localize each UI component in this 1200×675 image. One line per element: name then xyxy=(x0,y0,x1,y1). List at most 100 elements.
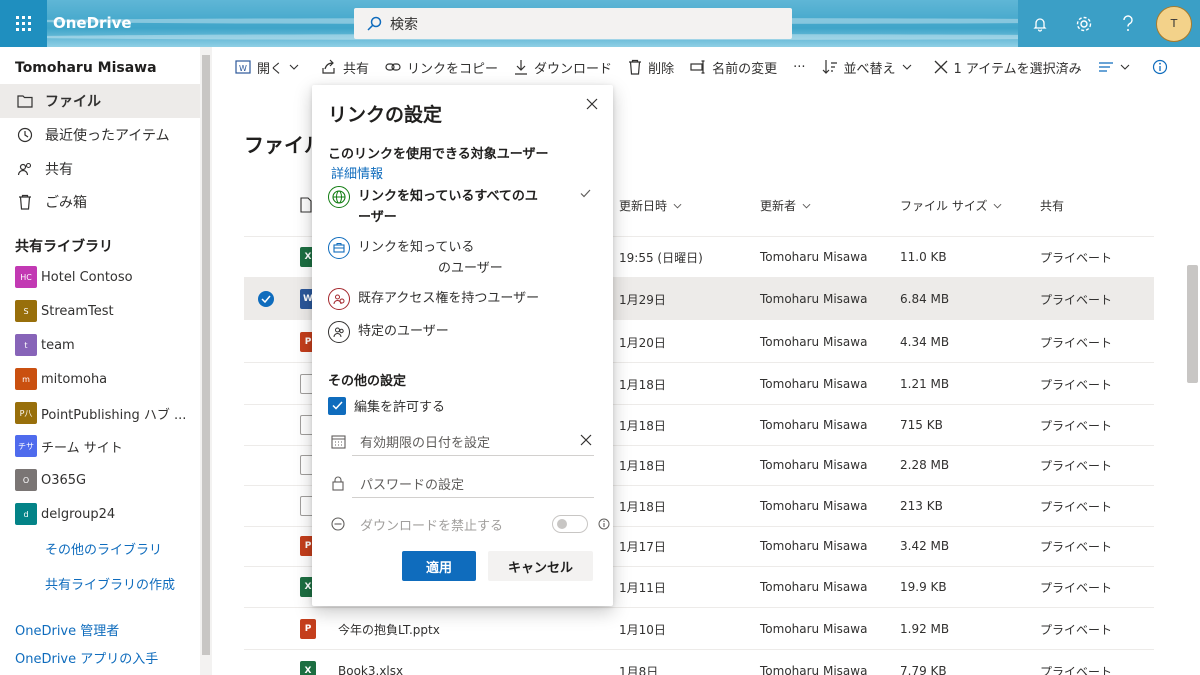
password-field[interactable]: パスワードの設定 xyxy=(328,468,594,498)
clear-icon[interactable] xyxy=(580,434,592,446)
sort-button[interactable]: 並べ替え xyxy=(822,58,918,77)
modified-cell: 1月11日 xyxy=(619,580,666,595)
library-badge: d xyxy=(15,503,37,525)
option-people-in-org[interactable]: リンクを知っている のユーザー xyxy=(328,237,598,279)
copy-link-button[interactable]: リンクをコピー xyxy=(385,58,498,77)
notifications-button[interactable] xyxy=(1018,0,1062,47)
modified-by-cell: Tomoharu Misawa xyxy=(760,622,868,636)
sidebar-scrollbar[interactable] xyxy=(200,47,212,675)
help-button[interactable] xyxy=(1106,0,1150,47)
column-header-size[interactable]: ファイル サイズ xyxy=(900,197,1002,214)
scrollbar-thumb[interactable] xyxy=(202,55,210,655)
list-icon xyxy=(1098,62,1113,72)
option-existing-access[interactable]: 既存アクセス権を持つユーザー xyxy=(328,288,598,310)
share-button[interactable]: 共有 xyxy=(321,58,369,77)
block-download-label: ダウンロードを禁止する xyxy=(360,518,504,534)
details-pane-button[interactable] xyxy=(1152,59,1174,75)
nav-item-label: 最近使ったアイテム xyxy=(45,128,170,144)
sort-icon xyxy=(822,60,837,74)
nav-item-recent[interactable]: 最近使ったアイテム xyxy=(0,118,200,152)
more-libraries-link[interactable]: その他のライブラリ xyxy=(45,539,162,558)
column-header-modified-by[interactable]: 更新者 xyxy=(760,197,811,214)
more-button[interactable]: ··· xyxy=(793,60,805,75)
library-item[interactable]: t team xyxy=(15,330,200,360)
option-anyone-with-link[interactable]: リンクを知っているすべてのユ ーザー xyxy=(328,186,598,228)
settings-button[interactable] xyxy=(1062,0,1106,47)
search-input[interactable]: 検索 xyxy=(354,8,792,39)
library-item[interactable]: チサ チーム サイト xyxy=(15,431,200,461)
nav-item-shared[interactable]: 共有 xyxy=(0,152,200,186)
library-label: Hotel Contoso xyxy=(41,269,133,285)
file-name-link[interactable]: Book3.xlsx xyxy=(338,650,403,675)
size-cell: 3.42 MB xyxy=(900,539,950,553)
view-options-button[interactable] xyxy=(1098,61,1136,73)
file-name-link[interactable]: 今年の抱負LT.pptx xyxy=(338,608,440,650)
nav-item-recycle-bin[interactable]: ごみ箱 xyxy=(0,185,200,219)
cancel-button[interactable]: キャンセル xyxy=(488,551,593,581)
allow-edit-label: 編集を許可する xyxy=(354,400,446,415)
option-specific-people[interactable]: 特定のユーザー xyxy=(328,321,598,343)
app-title[interactable]: OneDrive xyxy=(53,14,132,32)
table-row[interactable]: X Book3.xlsx 1月8日 Tomoharu Misawa 7.79 K… xyxy=(244,650,1154,675)
copy-link-label: リンクをコピー xyxy=(407,61,499,77)
nav-item-files[interactable]: ファイル xyxy=(0,84,200,118)
library-item[interactable]: S StreamTest xyxy=(15,296,200,326)
modified-cell: 1月18日 xyxy=(619,377,666,392)
chevron-down-icon xyxy=(902,64,911,70)
avatar[interactable]: T xyxy=(1156,5,1192,42)
delete-button[interactable]: 削除 xyxy=(628,58,674,77)
rename-label: 名前の変更 xyxy=(712,61,778,77)
apply-button[interactable]: 適用 xyxy=(402,551,476,581)
modified-by-cell: Tomoharu Misawa xyxy=(760,458,868,472)
main-scrollbar[interactable] xyxy=(1185,87,1200,675)
svg-text:W: W xyxy=(239,64,247,73)
library-item[interactable]: O O365G xyxy=(15,465,200,495)
password-placeholder: パスワードの設定 xyxy=(360,477,465,493)
library-badge: t xyxy=(15,334,37,356)
checkbox-checked[interactable] xyxy=(328,396,346,415)
nav-item-label: 共有 xyxy=(45,162,73,178)
library-item[interactable]: P八 PointPublishing ハブ ... xyxy=(15,398,200,428)
library-item[interactable]: HC Hotel Contoso xyxy=(15,262,200,292)
option-label: のユーザー xyxy=(438,261,503,276)
dialog-close-button[interactable] xyxy=(582,94,602,114)
library-badge: チサ xyxy=(15,435,37,457)
row-selected-checkmark[interactable] xyxy=(258,291,274,307)
modified-cell: 19:55 (日曜日) xyxy=(619,250,703,265)
clear-selection-button[interactable]: 1 アイテムを選択済み xyxy=(934,58,1082,77)
get-app-link[interactable]: OneDrive アプリの入手 xyxy=(15,648,158,667)
waffle-icon xyxy=(16,16,31,31)
open-button[interactable]: W 開く xyxy=(235,58,305,77)
other-settings-heading: その他の設定 xyxy=(328,374,407,389)
user-name: Tomoharu Misawa xyxy=(15,60,157,76)
column-header-type[interactable] xyxy=(300,197,312,213)
selected-count: 1 アイテムを選択済み xyxy=(953,61,1082,77)
create-library-link[interactable]: 共有ライブラリの作成 xyxy=(45,574,175,593)
modified-by-cell: Tomoharu Misawa xyxy=(760,418,868,432)
expiry-date-field[interactable]: 有効期限の日付を設定 xyxy=(328,426,594,456)
info-icon[interactable] xyxy=(598,518,610,530)
block-download-toggle[interactable] xyxy=(552,515,588,533)
trash-icon xyxy=(15,194,35,210)
option-label: 特定のユーザー xyxy=(358,324,449,339)
checkmark-icon xyxy=(580,189,591,198)
table-row[interactable]: P 今年の抱負LT.pptx 1月10日 Tomoharu Misawa 1.9… xyxy=(244,608,1154,650)
app-launcher-button[interactable] xyxy=(0,0,47,47)
rename-button[interactable]: 名前の変更 xyxy=(690,58,777,77)
library-item[interactable]: m mitomoha xyxy=(15,364,200,394)
scrollbar-thumb[interactable] xyxy=(1187,265,1198,383)
expiry-placeholder: 有効期限の日付を設定 xyxy=(360,435,491,451)
field-underline xyxy=(352,455,594,456)
modified-by-cell: Tomoharu Misawa xyxy=(760,292,868,306)
library-label: PointPublishing ハブ ... xyxy=(41,407,187,423)
download-button[interactable]: ダウンロード xyxy=(514,58,612,77)
sidebar: Tomoharu Misawa ファイル 最近使ったアイテム 共有 ごみ箱 共有… xyxy=(0,47,212,675)
column-header-sharing[interactable]: 共有 xyxy=(1040,197,1064,214)
learn-more-link[interactable]: 詳細情報 xyxy=(331,163,383,182)
nav-item-label: ごみ箱 xyxy=(45,195,87,211)
admin-link[interactable]: OneDrive 管理者 xyxy=(15,620,119,639)
library-badge: P八 xyxy=(15,402,37,424)
library-item[interactable]: d delgroup24 xyxy=(15,499,200,529)
allow-edit-checkbox[interactable]: 編集を許可する xyxy=(328,396,445,415)
column-header-modified[interactable]: 更新日時 xyxy=(619,197,682,214)
